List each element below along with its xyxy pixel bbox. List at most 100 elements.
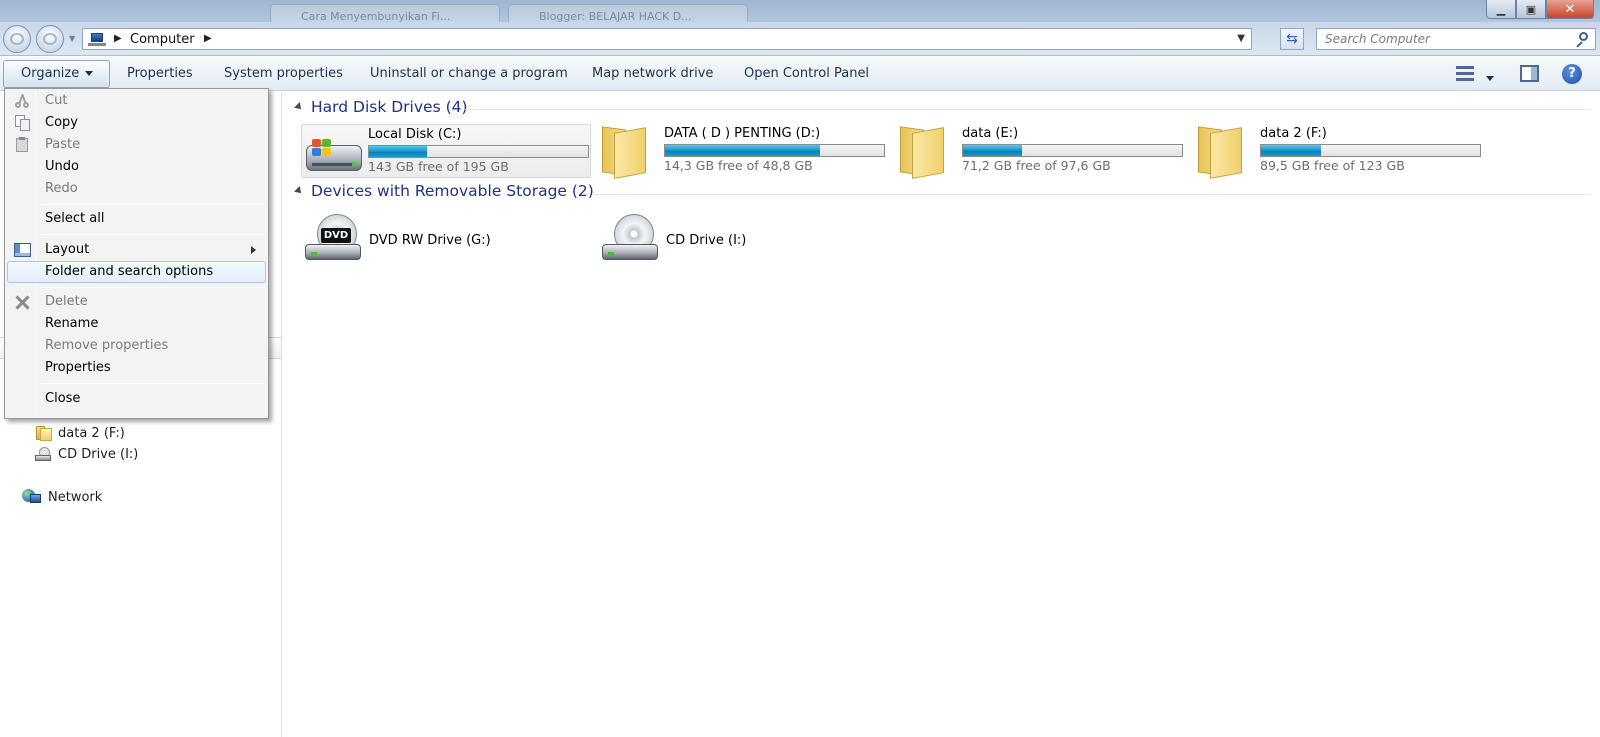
menu-item-label: Cut [45,93,68,108]
menu-item-label: Remove properties [45,338,169,353]
drive-name: DATA ( D ) PENTING (D:) [664,126,821,141]
device-tile-cd[interactable]: CD Drive (I:) [598,212,888,266]
menu-separator [41,234,265,235]
menu-item-delete[interactable]: Delete [7,291,266,313]
minimize-button[interactable]: ▁ [1486,0,1516,19]
device-name: DVD RW Drive (G:) [369,233,491,248]
menu-item-remove-properties[interactable]: Remove properties [7,335,266,357]
drive-tile-f[interactable]: data 2 (F:) 89,5 GB free of 123 GB [1194,124,1484,179]
device-name: CD Drive (I:) [666,233,747,248]
layout-icon [13,242,31,258]
menu-item-label: Select all [45,211,105,226]
group-divider [593,194,1590,195]
menu-separator [41,287,265,288]
menu-item-label: Rename [45,316,99,331]
dvd-drive-icon: DVD [305,214,361,264]
menu-item-layout[interactable]: Layout [7,239,266,261]
menu-item-paste[interactable]: Paste [7,134,266,156]
menu-item-select-all[interactable]: Select all [7,208,266,230]
drive-free-space: 71,2 GB free of 97,6 GB [962,158,1111,173]
submenu-arrow-icon [251,246,256,254]
menu-item-label: Folder and search options [45,264,214,279]
nav-item-label: data 2 (F:) [58,426,125,441]
organize-menu: Cut Copy Paste Undo Redo Select all Layo… [4,88,269,419]
windows-logo-icon [312,139,332,157]
nav-item-cd-drive[interactable]: CD Drive (I:) [34,447,138,462]
close-icon: ✕ [1564,1,1576,17]
search-box [1316,28,1596,50]
maximize-button[interactable]: ▣ [1516,0,1546,19]
menu-item-label: Copy [45,115,78,130]
capacity-bar [1260,144,1481,157]
menu-item-close[interactable]: Close [7,388,266,410]
scissors-icon [13,93,31,109]
menu-item-copy[interactable]: Copy [7,112,266,134]
organize-label: Organize [21,66,80,81]
preview-pane-icon[interactable] [1520,65,1539,82]
refresh-button[interactable]: ⇆ [1280,28,1304,50]
menu-item-rename[interactable]: Rename [7,313,266,335]
chevron-down-icon [85,71,94,76]
drive-free-space: 89,5 GB free of 123 GB [1260,158,1405,173]
minimize-icon: ▁ [1496,2,1506,16]
search-input[interactable] [1325,31,1555,47]
address-dropdown-icon[interactable]: ▼ [1237,33,1245,44]
forward-arrow-icon [43,33,57,45]
dvd-label: DVD [321,228,351,243]
breadcrumb-computer[interactable]: Computer [130,32,195,47]
menu-item-cut[interactable]: Cut [7,90,266,112]
uninstall-program-button[interactable]: Uninstall or change a program [370,57,568,91]
capacity-bar [368,145,589,158]
back-arrow-icon [10,33,24,45]
menu-item-label: Paste [45,137,81,152]
device-tile-dvd[interactable]: DVD DVD RW Drive (G:) [301,212,591,266]
hard-disk-icon [306,135,362,175]
drive-tile-c[interactable]: Local Disk (C:) 143 GB free of 195 GB [301,124,591,178]
organize-button[interactable]: Organize [3,60,111,88]
removable-storage-header[interactable]: Devices with Removable Storage (2) [294,182,594,200]
back-button[interactable] [3,25,31,53]
menu-item-folder-search-options[interactable]: Folder and search options [7,261,266,283]
help-icon[interactable]: ? [1562,64,1582,84]
delete-x-icon [13,294,31,310]
folder-icon [36,426,52,441]
system-properties-button[interactable]: System properties [224,57,343,91]
menu-item-redo[interactable]: Redo [7,178,266,200]
nav-item-label: CD Drive (I:) [58,447,139,462]
group-title: Hard Disk Drives (4) [311,98,468,116]
breadcrumb-chevron-icon[interactable]: ▶ [114,33,122,44]
view-dropdown-icon[interactable] [1486,71,1494,86]
menu-item-properties[interactable]: Properties [7,357,266,379]
network-icon [22,489,42,505]
breadcrumb-chevron-icon[interactable]: ▶ [204,33,212,44]
forward-button[interactable] [36,25,64,53]
menu-item-label: Redo [45,181,78,196]
open-control-panel-button[interactable]: Open Control Panel [744,57,869,91]
history-dropdown-icon[interactable]: ▼ [69,34,75,43]
group-title: Devices with Removable Storage (2) [311,182,594,200]
paste-icon [13,137,31,153]
folder-icon [900,126,946,179]
drive-tile-d[interactable]: DATA ( D ) PENTING (D:) 14,3 GB free of … [598,124,888,179]
change-view-icon[interactable] [1456,66,1474,82]
search-icon[interactable] [1575,32,1589,48]
address-bar[interactable]: ▶ Computer ▶ ▼ [82,28,1252,50]
menu-item-label: Delete [45,294,88,309]
hard-disk-drives-header[interactable]: Hard Disk Drives (4) [294,98,468,116]
properties-button[interactable]: Properties [127,57,193,91]
nav-item-data2[interactable]: data 2 (F:) [36,426,125,441]
folder-icon [602,126,648,179]
window-controls: ▁ ▣ ✕ [1486,0,1594,19]
map-network-drive-button[interactable]: Map network drive [592,57,713,91]
cd-drive-icon [602,214,658,264]
address-row: ▼ ▶ Computer ▶ ▼ ⇆ [0,22,1600,56]
collapse-triangle-icon [294,186,304,196]
nav-item-network[interactable]: Network [22,489,102,505]
menu-item-undo[interactable]: Undo [7,156,266,178]
maximize-icon: ▣ [1525,2,1537,16]
close-button[interactable]: ✕ [1546,0,1594,19]
drive-tile-e[interactable]: data (E:) 71,2 GB free of 97,6 GB [896,124,1186,179]
capacity-fill [665,145,820,156]
menu-separator [41,204,265,205]
command-bar: Organize Properties System properties Un… [0,57,1600,91]
